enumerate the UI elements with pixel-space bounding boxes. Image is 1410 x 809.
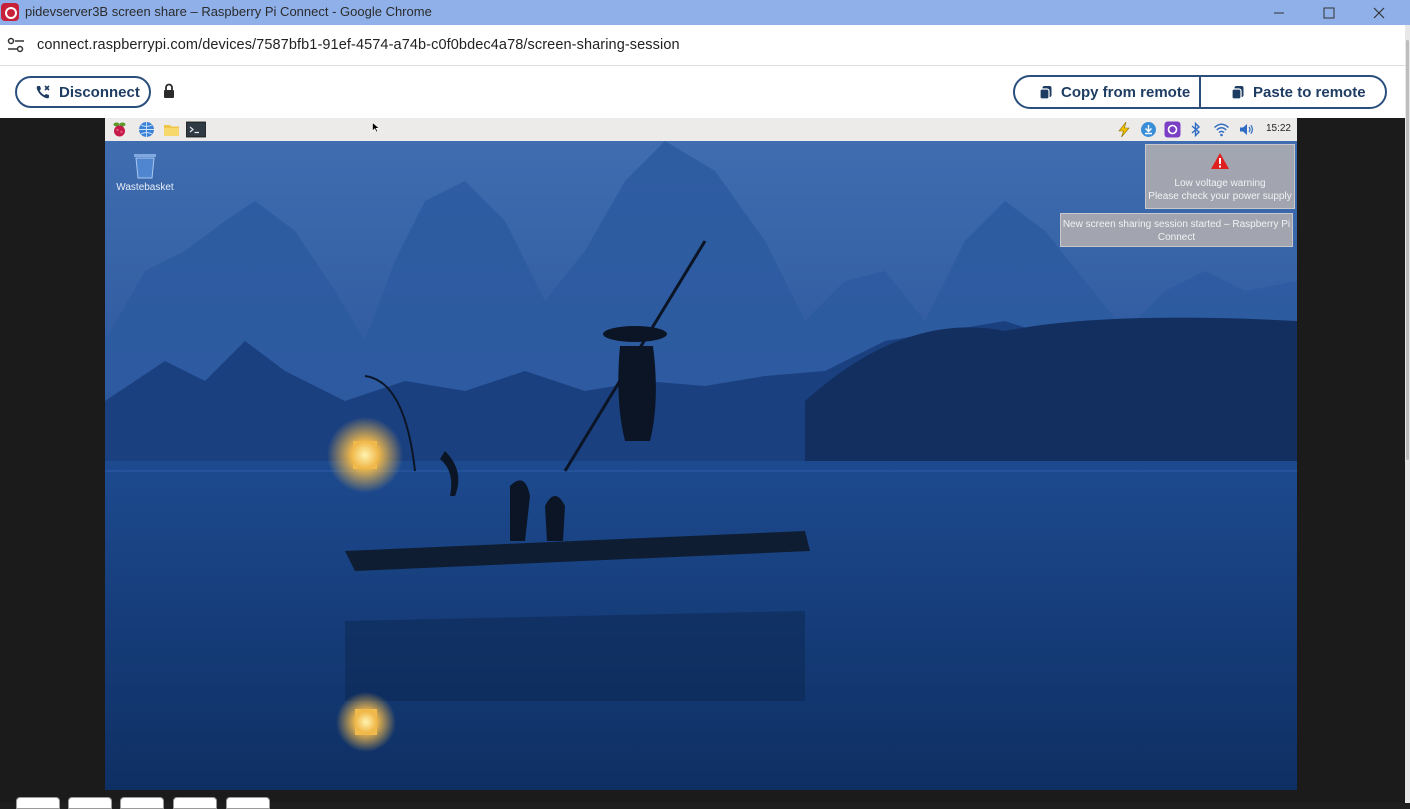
paste-icon <box>1231 85 1244 100</box>
wastebasket-desktop-icon[interactable]: Wastebasket <box>115 151 175 193</box>
maximize-icon <box>1323 7 1335 18</box>
raspberry-menu-icon[interactable] <box>111 121 128 138</box>
phone-disconnect-icon <box>36 85 50 99</box>
notification-low-voltage-body: Please check your power supply <box>1148 191 1292 202</box>
web-browser-icon[interactable] <box>138 121 155 138</box>
address-bar[interactable]: connect.raspberrypi.com/devices/7587bfb1… <box>0 25 1405 66</box>
wastebasket-label: Wastebasket <box>116 182 174 193</box>
notification-low-voltage[interactable]: Low voltage warning Please check your po… <box>1145 144 1295 209</box>
warning-icon <box>1211 153 1229 169</box>
bluetooth-icon[interactable] <box>1190 121 1202 138</box>
disconnect-button[interactable]: Disconnect <box>15 76 151 108</box>
remote-desktop[interactable]: 15:22 Wastebasket Low voltage warning Pl… <box>105 118 1297 790</box>
updater-icon[interactable] <box>1140 121 1157 138</box>
bottom-tab[interactable] <box>226 797 270 809</box>
window-title: pidevserver3B screen share – Raspberry P… <box>25 4 432 19</box>
paste-to-remote-label: Paste to remote <box>1253 83 1366 101</box>
window-title-bar: pidevserver3B screen share – Raspberry P… <box>0 0 1410 25</box>
volume-icon[interactable] <box>1238 121 1255 138</box>
copy-icon <box>1039 85 1052 100</box>
low-voltage-icon[interactable] <box>1117 121 1131 138</box>
bottom-tab[interactable] <box>173 797 217 809</box>
copy-from-remote-button[interactable]: Copy from remote <box>1013 75 1201 109</box>
notification-screen-sharing[interactable]: New screen sharing session started – Ras… <box>1060 213 1293 247</box>
copy-from-remote-label: Copy from remote <box>1061 83 1191 101</box>
notification-low-voltage-title: Low voltage warning <box>1174 178 1266 189</box>
page-scrollbar-thumb[interactable] <box>1406 40 1409 460</box>
taskbar-clock[interactable]: 15:22 <box>1266 123 1291 134</box>
wifi-icon[interactable] <box>1213 121 1230 138</box>
bottom-tab[interactable] <box>68 797 112 809</box>
paste-to-remote-button[interactable]: Paste to remote <box>1199 75 1387 109</box>
connect-icon[interactable] <box>1164 121 1181 138</box>
site-settings-icon[interactable] <box>7 37 25 53</box>
wastebasket-icon <box>134 154 156 179</box>
lock-icon <box>164 83 174 98</box>
terminal-icon[interactable] <box>186 121 206 138</box>
close-window-button[interactable] <box>1354 0 1404 25</box>
maximize-button[interactable] <box>1304 0 1354 25</box>
url-text[interactable]: connect.raspberrypi.com/devices/7587bfb1… <box>37 37 680 53</box>
remote-taskbar: 15:22 <box>105 118 1297 142</box>
bottom-tab-strip <box>0 797 1405 809</box>
file-manager-icon[interactable] <box>163 121 180 138</box>
raspberry-pi-connect-app-icon <box>1 3 19 21</box>
mouse-cursor-icon <box>372 122 380 133</box>
disconnect-label: Disconnect <box>59 83 140 101</box>
minimize-button[interactable] <box>1254 0 1304 25</box>
bottom-tab[interactable] <box>16 797 60 809</box>
bottom-tab[interactable] <box>120 797 164 809</box>
notification-screen-sharing-text: New screen sharing session started – Ras… <box>1062 219 1291 243</box>
close-icon <box>1373 7 1385 18</box>
minimize-icon <box>1274 12 1284 13</box>
